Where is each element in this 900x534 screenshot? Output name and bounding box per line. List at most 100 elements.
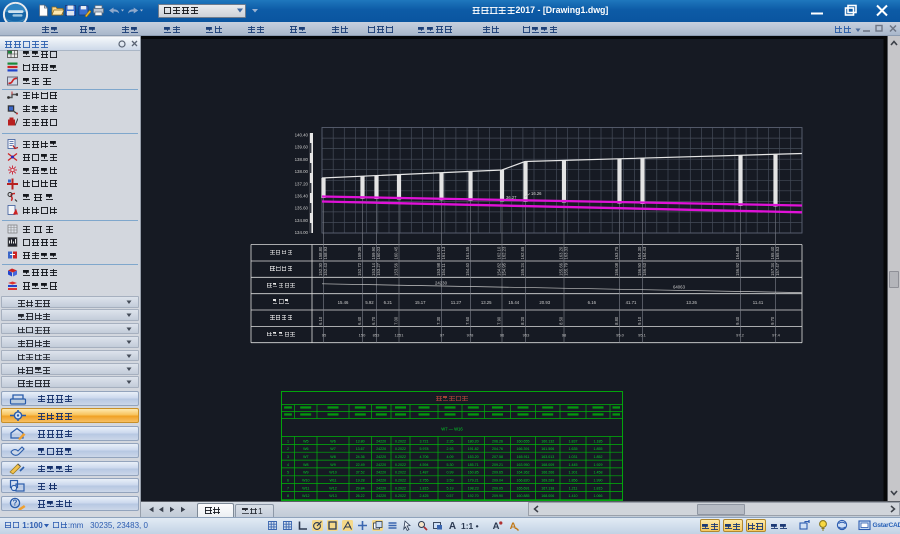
svg-text:191.82: 191.82 xyxy=(468,447,479,451)
svg-text:8.20: 8.20 xyxy=(520,316,525,325)
svg-text:A: A xyxy=(493,521,500,531)
svg-text:9.10: 9.10 xyxy=(637,316,642,325)
svg-text:1.635: 1.635 xyxy=(569,447,578,451)
svg-text:1.458: 1.458 xyxy=(594,471,603,475)
svg-text:13.25: 13.25 xyxy=(481,300,492,305)
svg-text:3: 3 xyxy=(287,455,289,459)
svg-text:W8: W8 xyxy=(330,455,335,459)
svg-text:160.885: 160.885 xyxy=(517,494,530,498)
svg-text:152.72: 152.72 xyxy=(357,262,362,275)
svg-text:978: 978 xyxy=(467,333,474,338)
svg-text:24230: 24230 xyxy=(435,281,448,286)
svg-text:64063: 64063 xyxy=(673,285,686,290)
svg-text:209.90: 209.90 xyxy=(492,494,503,498)
svg-text:97.2: 97.2 xyxy=(736,333,745,338)
svg-text:165.53: 165.53 xyxy=(775,246,780,259)
svg-text:164.362: 164.362 xyxy=(517,471,530,475)
svg-text:W9: W9 xyxy=(330,463,335,467)
svg-text:W7: W7 xyxy=(330,447,335,451)
svg-text:3.721: 3.721 xyxy=(420,439,429,443)
svg-text:134.80: 134.80 xyxy=(295,218,309,223)
svg-text:1.837: 1.837 xyxy=(569,439,578,443)
svg-text:36.27: 36.27 xyxy=(506,195,517,200)
svg-text:161.55: 161.55 xyxy=(465,246,470,259)
svg-text:W7: W7 xyxy=(303,455,308,459)
svg-text:5.19: 5.19 xyxy=(447,486,454,490)
svg-text:16.26: 16.26 xyxy=(531,191,542,196)
svg-text:24220: 24220 xyxy=(376,455,386,459)
svg-text:206.26: 206.26 xyxy=(492,439,503,443)
svg-text:0.2022: 0.2022 xyxy=(395,494,406,498)
svg-text:15.46: 15.46 xyxy=(338,300,349,305)
svg-text:W8: W8 xyxy=(303,463,308,467)
svg-text:1.487: 1.487 xyxy=(420,471,429,475)
svg-text:1.815: 1.815 xyxy=(420,486,429,490)
svg-text:4.594: 4.594 xyxy=(420,463,429,467)
svg-text:6.40: 6.40 xyxy=(357,316,362,325)
svg-text:137.20: 137.20 xyxy=(295,181,309,186)
svg-text:1.066: 1.066 xyxy=(594,494,603,498)
svg-text:163.75: 163.75 xyxy=(614,246,619,259)
svg-text:160.45: 160.45 xyxy=(394,246,399,259)
svg-text:853: 853 xyxy=(373,333,380,338)
svg-text:W6: W6 xyxy=(303,447,308,451)
svg-text:155.79: 155.79 xyxy=(564,262,569,275)
svg-text:W9: W9 xyxy=(303,471,308,475)
svg-text:W13: W13 xyxy=(329,494,336,498)
svg-text:0.2022: 0.2022 xyxy=(395,486,406,490)
svg-text:6.70: 6.70 xyxy=(371,316,376,325)
svg-text:0.99: 0.99 xyxy=(447,471,454,475)
svg-text:20.93: 20.93 xyxy=(539,300,550,305)
svg-text:153.56: 153.56 xyxy=(394,262,399,275)
svg-text:136.40: 136.40 xyxy=(295,194,309,199)
svg-text:6.21: 6.21 xyxy=(384,300,393,305)
svg-text:159.35: 159.35 xyxy=(357,246,362,259)
svg-text:140.40: 140.40 xyxy=(295,133,309,138)
svg-text:29.84: 29.84 xyxy=(356,486,365,490)
svg-text:95.0: 95.0 xyxy=(616,333,625,338)
svg-text:W11: W11 xyxy=(302,486,309,490)
svg-text:1.990: 1.990 xyxy=(594,479,603,483)
svg-text:97.4: 97.4 xyxy=(772,333,781,338)
svg-text:5: 5 xyxy=(287,471,289,475)
svg-text:1.211: 1.211 xyxy=(569,486,578,490)
svg-text:157.47: 157.47 xyxy=(775,262,780,275)
svg-text:5.92: 5.92 xyxy=(365,300,374,305)
svg-text:97: 97 xyxy=(440,333,445,338)
svg-text:7.90: 7.90 xyxy=(497,316,502,325)
svg-text:13.80: 13.80 xyxy=(356,439,365,443)
svg-text:163.950: 163.950 xyxy=(517,463,530,467)
svg-text:156.92: 156.92 xyxy=(735,262,740,275)
svg-text:7.60: 7.60 xyxy=(465,316,470,325)
svg-text:135.60: 135.60 xyxy=(295,206,309,211)
svg-text:1.185: 1.185 xyxy=(594,439,603,443)
svg-text:0.2022: 0.2022 xyxy=(395,439,406,443)
svg-text:13.67: 13.67 xyxy=(356,447,365,451)
svg-text:11.27: 11.27 xyxy=(451,300,462,305)
svg-text:95.1: 95.1 xyxy=(638,333,647,338)
svg-text:165.691: 165.691 xyxy=(517,486,530,490)
svg-text:153.20: 153.20 xyxy=(468,455,479,459)
svg-text:24220: 24220 xyxy=(376,479,386,483)
svg-text:207.58: 207.58 xyxy=(492,455,503,459)
svg-text:8.80: 8.80 xyxy=(614,316,619,325)
svg-text:19.28: 19.28 xyxy=(356,479,365,483)
svg-text:185.71: 185.71 xyxy=(468,463,479,467)
svg-text:W10: W10 xyxy=(302,479,309,483)
svg-text:1.301: 1.301 xyxy=(569,471,578,475)
svg-text:156.08: 156.08 xyxy=(614,262,619,275)
svg-text:24220: 24220 xyxy=(376,463,386,467)
svg-text:198.23: 198.23 xyxy=(468,486,479,490)
svg-text:153.27: 153.27 xyxy=(376,262,381,275)
svg-text:15.44: 15.44 xyxy=(508,300,519,305)
svg-text:1: 1 xyxy=(287,439,289,443)
svg-text:161.506: 161.506 xyxy=(541,447,554,451)
svg-text:154.40: 154.40 xyxy=(465,262,470,275)
svg-text:0.2022: 0.2022 xyxy=(395,447,406,451)
svg-text:160.132: 160.132 xyxy=(541,439,554,443)
svg-text:1.031: 1.031 xyxy=(569,455,578,459)
svg-text:2.35: 2.35 xyxy=(447,439,454,443)
svg-text:98: 98 xyxy=(562,333,567,338)
svg-text:155.24: 155.24 xyxy=(520,262,525,275)
svg-text:162.65: 162.65 xyxy=(520,246,525,259)
